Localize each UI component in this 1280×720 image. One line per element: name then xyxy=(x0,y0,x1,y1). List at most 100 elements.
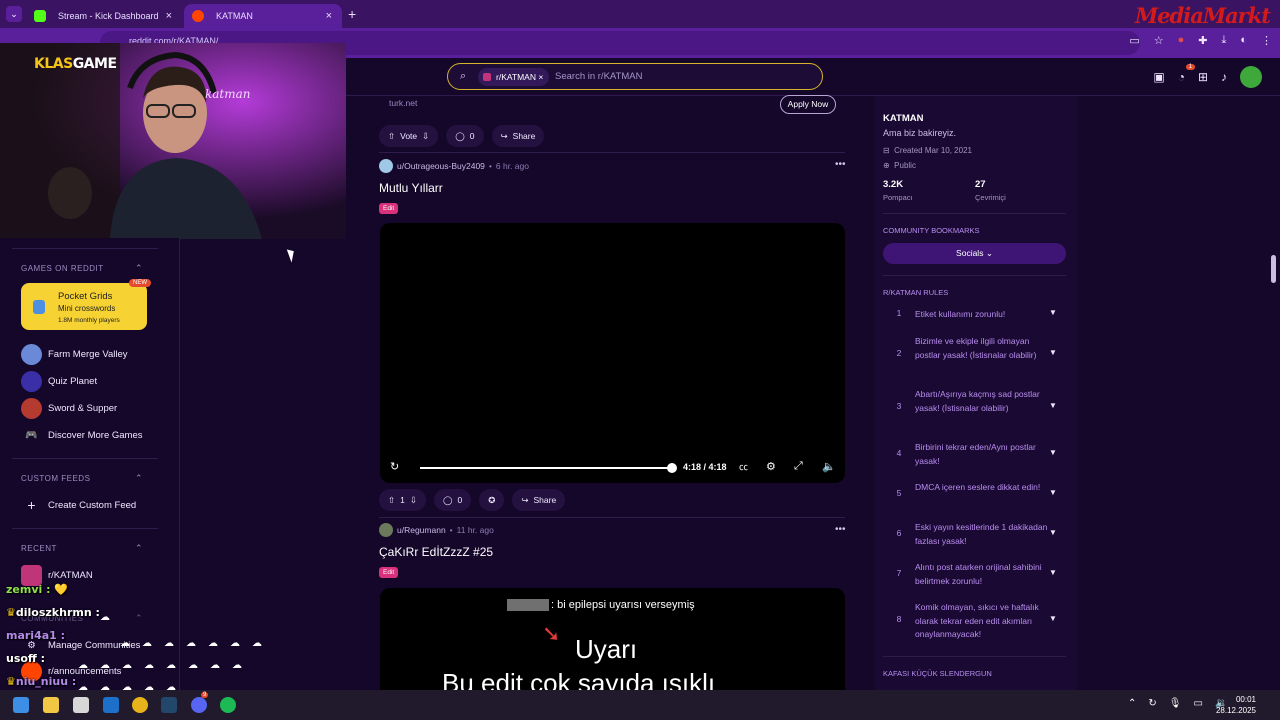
video-player[interactable]: : bi epilepsi uyarısı verseymiş ➘ Uyarı … xyxy=(380,588,845,690)
socials-button[interactable]: Socials ⌄ xyxy=(883,243,1066,264)
settings-icon[interactable]: ⚙ xyxy=(766,460,776,473)
clock[interactable]: 00:01 28.12.2025 xyxy=(1216,694,1256,716)
create-custom-feed[interactable]: + Create Custom Feed xyxy=(21,494,136,516)
game-farm-merge-valley[interactable]: Farm Merge Valley xyxy=(21,343,128,365)
post-flair[interactable]: Edit xyxy=(379,203,399,214)
comments-button[interactable]: ◯ 0 xyxy=(433,489,472,511)
downvote-icon[interactable]: ⇩ xyxy=(410,495,417,506)
spotify-icon[interactable] xyxy=(220,697,236,713)
crown-icon: ♛ xyxy=(6,675,16,688)
comment-icon: ◯ xyxy=(455,130,465,141)
new-tab-button[interactable]: + xyxy=(348,6,356,22)
game-label: Quiz Planet xyxy=(48,375,98,387)
chrome-icon[interactable] xyxy=(132,697,148,713)
game-sword-supper[interactable]: Sword & Supper xyxy=(21,397,117,419)
game-quiz-planet[interactable]: Quiz Planet xyxy=(21,370,97,392)
vote-button[interactable]: ⇧ 1 ⇩ xyxy=(379,489,426,511)
downvote-icon: ⇩ xyxy=(422,130,430,141)
tab-katman[interactable]: KATMAN × xyxy=(184,4,342,28)
rule-number: 1 xyxy=(896,308,902,318)
seek-handle[interactable] xyxy=(667,463,677,473)
games-heading-label: GAMES ON REDDIT xyxy=(21,264,104,273)
chat-message: ♛niu_niuu : xyxy=(6,675,76,688)
comment-count: 0 xyxy=(457,495,463,505)
post-time: 6 hr. ago xyxy=(495,161,529,171)
featured-game-card[interactable]: Pocket Grids Mini crosswords 1.8M monthl… xyxy=(21,279,151,330)
share-button[interactable]: ↪ Share xyxy=(491,125,545,147)
download-icon[interactable]: ⤓ xyxy=(1221,34,1226,47)
divider xyxy=(883,656,1066,657)
post-title[interactable]: Mutlu Yıllarr xyxy=(379,181,443,195)
cast-icon[interactable]: ▭ xyxy=(1129,34,1139,47)
user-avatar[interactable] xyxy=(1240,66,1262,88)
seek-bar[interactable] xyxy=(420,467,672,469)
game-label: Sword & Supper xyxy=(48,402,118,414)
tab-search-button[interactable]: ⌄ xyxy=(6,6,22,22)
discord-icon[interactable]: 9 xyxy=(191,692,209,713)
share-button[interactable]: ↪ Share xyxy=(512,489,566,511)
steam-icon[interactable] xyxy=(161,697,177,713)
close-tab-icon[interactable]: × xyxy=(326,10,332,22)
post-author[interactable]: u/Regumann xyxy=(397,525,446,535)
community-tagline: Ama biz bakireyiz. xyxy=(883,128,957,138)
captions-icon[interactable]: ㏄ xyxy=(739,460,748,473)
upvote-icon[interactable]: ⇧ xyxy=(388,495,395,506)
page-scrollbar[interactable] xyxy=(1271,255,1276,283)
more-options-icon[interactable]: ••• xyxy=(835,524,846,535)
apply-now-button[interactable]: Apply Now xyxy=(780,95,836,114)
create-post-icon[interactable]: ⊞ xyxy=(1198,70,1208,84)
custom-feeds-heading[interactable]: CUSTOM FEEDS ⌃ xyxy=(21,473,143,483)
rule-number: 3 xyxy=(896,401,902,411)
logo-part1: KLAS xyxy=(34,56,73,72)
rule-text: Bizimle ve ekiple ilgili olmayan postlar… xyxy=(915,336,1037,360)
store-icon[interactable] xyxy=(73,697,89,713)
rule-number: 2 xyxy=(896,348,902,358)
stream-logo: KLASGAME xyxy=(34,56,117,72)
menu-icon[interactable]: ⋮ xyxy=(1261,34,1272,47)
profile-icon[interactable]: ◐ xyxy=(1240,34,1247,47)
post-flair[interactable]: Edit xyxy=(379,567,399,578)
recent-heading[interactable]: RECENT ⌃ xyxy=(21,543,143,553)
bell-icon[interactable]: ♪ xyxy=(1221,70,1227,84)
vote-label: Vote xyxy=(400,131,418,141)
vote-button[interactable]: ⇧ Vote ⇩ xyxy=(379,125,439,147)
comments-button[interactable]: ◯ 0 xyxy=(446,125,484,147)
tray-overflow-icon[interactable]: ⌃ xyxy=(1128,698,1136,709)
chip-close-icon[interactable]: × xyxy=(538,72,543,82)
chevron-up-icon: ⌃ xyxy=(135,473,144,483)
search-box[interactable]: ⌕ r/KATMAN × Search in r/KATMAN xyxy=(447,63,823,90)
author-avatar[interactable] xyxy=(379,523,393,537)
puzzle-icon[interactable]: ✚ xyxy=(1198,34,1207,47)
windows-start-icon[interactable] xyxy=(13,697,29,713)
outlook-icon[interactable] xyxy=(103,697,119,713)
more-options-icon[interactable]: ••• xyxy=(835,159,846,170)
bookmark-star-icon[interactable]: ☆ xyxy=(1154,34,1164,47)
tab-kick-dashboard[interactable]: Stream - Kick Dashboard × xyxy=(26,4,182,28)
microphone-icon[interactable]: 🎙 xyxy=(1169,698,1182,709)
video-player[interactable] xyxy=(380,223,845,483)
extension-icon[interactable]: ● xyxy=(1178,34,1185,47)
ad-domain[interactable]: turk.net xyxy=(389,98,417,108)
network-icon[interactable]: ▭ xyxy=(1193,698,1202,709)
author-avatar[interactable] xyxy=(379,159,393,173)
post-author[interactable]: u/Outrageous-Buy2409 xyxy=(397,161,485,171)
fullscreen-icon[interactable]: ⤢ xyxy=(794,460,803,473)
rule-number: 5 xyxy=(896,488,902,498)
rule-number: 6 xyxy=(896,528,902,538)
advertise-icon[interactable]: ▣ xyxy=(1153,70,1164,84)
discover-more-games[interactable]: 🎮 Discover More Games xyxy=(21,424,143,446)
tab-label: Stream - Kick Dashboard xyxy=(58,11,159,21)
sync-icon[interactable]: ↻ xyxy=(1148,698,1156,709)
award-button[interactable]: ✪ xyxy=(479,489,505,511)
replay-icon[interactable]: ↻ xyxy=(390,460,399,473)
rule-text: Abartı/Aşırıya kaçmış sad postlar yasak!… xyxy=(915,389,1040,413)
close-tab-icon[interactable]: × xyxy=(166,10,172,22)
visibility: ⊕ Public xyxy=(883,161,916,170)
games-heading[interactable]: GAMES ON REDDIT ⌃ xyxy=(21,263,143,273)
post-title[interactable]: ÇaKıRr EdİtZzzZ #25 xyxy=(379,545,493,559)
community-chip[interactable]: r/KATMAN × xyxy=(478,68,550,86)
chat-icon[interactable]: ◔ 1 xyxy=(1178,64,1196,84)
file-explorer-icon[interactable] xyxy=(43,697,59,713)
volume-icon[interactable]: 🔈 xyxy=(822,460,836,473)
discover-label: Discover More Games xyxy=(48,429,143,441)
